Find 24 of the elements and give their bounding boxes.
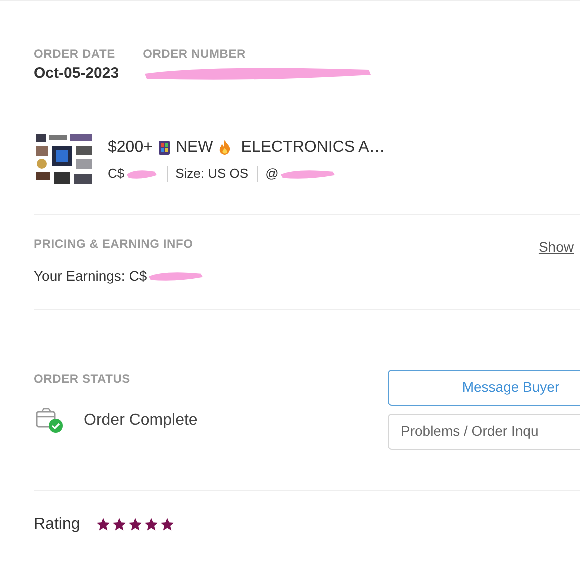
rating-label: Rating: [34, 514, 80, 534]
item-price: C$: [108, 164, 125, 183]
section-heading: ORDER STATUS: [34, 370, 132, 388]
inquiry-button[interactable]: Problems / Order Inqu: [388, 414, 580, 450]
star-icon: [96, 517, 112, 532]
status-text: Order Complete: [84, 410, 198, 430]
fire-icon: [219, 140, 232, 156]
item-size: Size: US OS: [176, 164, 249, 183]
field-label: ORDER DATE: [34, 46, 116, 63]
field-label: ORDER NUMBER: [143, 46, 247, 63]
buyer-handle: @: [266, 164, 279, 183]
item-title: $200+: [108, 138, 153, 158]
message-button[interactable]: Message Buyer: [388, 370, 580, 406]
phone-icon: [158, 140, 170, 155]
star-icon: [160, 517, 176, 532]
star-icon: [128, 517, 144, 532]
item-title: ELECTRONICS A…: [241, 138, 386, 158]
star-icon: [112, 517, 128, 532]
section-heading: PRICING & EARNING INFO: [34, 236, 194, 252]
order-date: Oct-05-2023: [34, 64, 120, 84]
earnings-text: Your Earnings: C$: [34, 266, 148, 286]
star-icon: [144, 517, 160, 532]
item-title: NEW: [176, 138, 214, 158]
show-link[interactable]: Show: [538, 236, 574, 258]
